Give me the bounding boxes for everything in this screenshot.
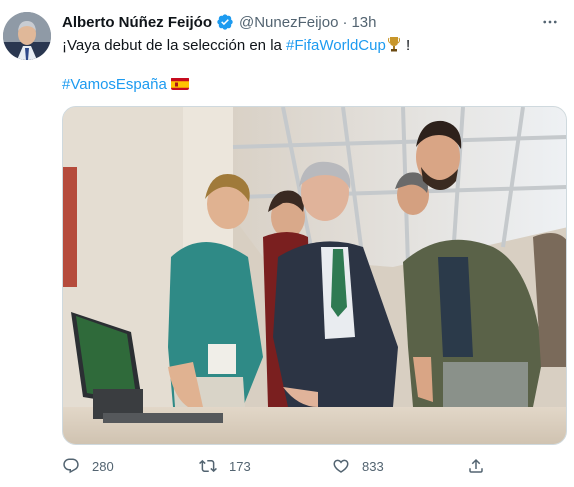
tweet-text-end: ! [401,37,411,54]
tweet-text-line2: #VamosEspaña [62,75,189,95]
retweet-button[interactable]: 173 [199,455,251,477]
like-count: 833 [362,458,384,474]
reply-button[interactable]: 280 [62,455,114,477]
reply-icon [63,458,79,474]
share-icon [469,458,483,473]
more-options-icon[interactable] [538,10,562,34]
tweet-text: ¡Vaya debut de la selección en la #FifaW… [62,36,562,56]
verified-badge-icon [216,13,234,31]
avatar[interactable] [3,12,51,60]
separator-dot: · [342,13,348,31]
author-handle[interactable]: @NunezFeijoo [239,14,338,31]
like-icon [333,459,349,473]
hashtag-vamosespana[interactable]: #VamosEspaña [62,76,167,93]
author-name[interactable]: Alberto Núñez Feijóo [62,14,212,31]
share-button[interactable] [467,455,485,477]
tweet-text-start: ¡Vaya debut de la selección en la [62,37,287,54]
tweet[interactable]: Alberto Núñez Feijóo @NunezFeijoo · 13h … [0,0,574,487]
timestamp[interactable]: 13h [351,14,376,31]
trophy-icon [387,36,400,52]
tweet-photo[interactable] [62,106,567,445]
like-button[interactable]: 833 [332,455,384,477]
action-bar: 280 173 833 [62,455,492,477]
retweet-icon [199,459,217,473]
retweet-count: 173 [229,458,251,474]
reply-count: 280 [92,458,114,474]
spain-flag-icon [170,77,189,90]
hashtag-fifaworldcup[interactable]: #FifaWorldCup [286,37,386,54]
